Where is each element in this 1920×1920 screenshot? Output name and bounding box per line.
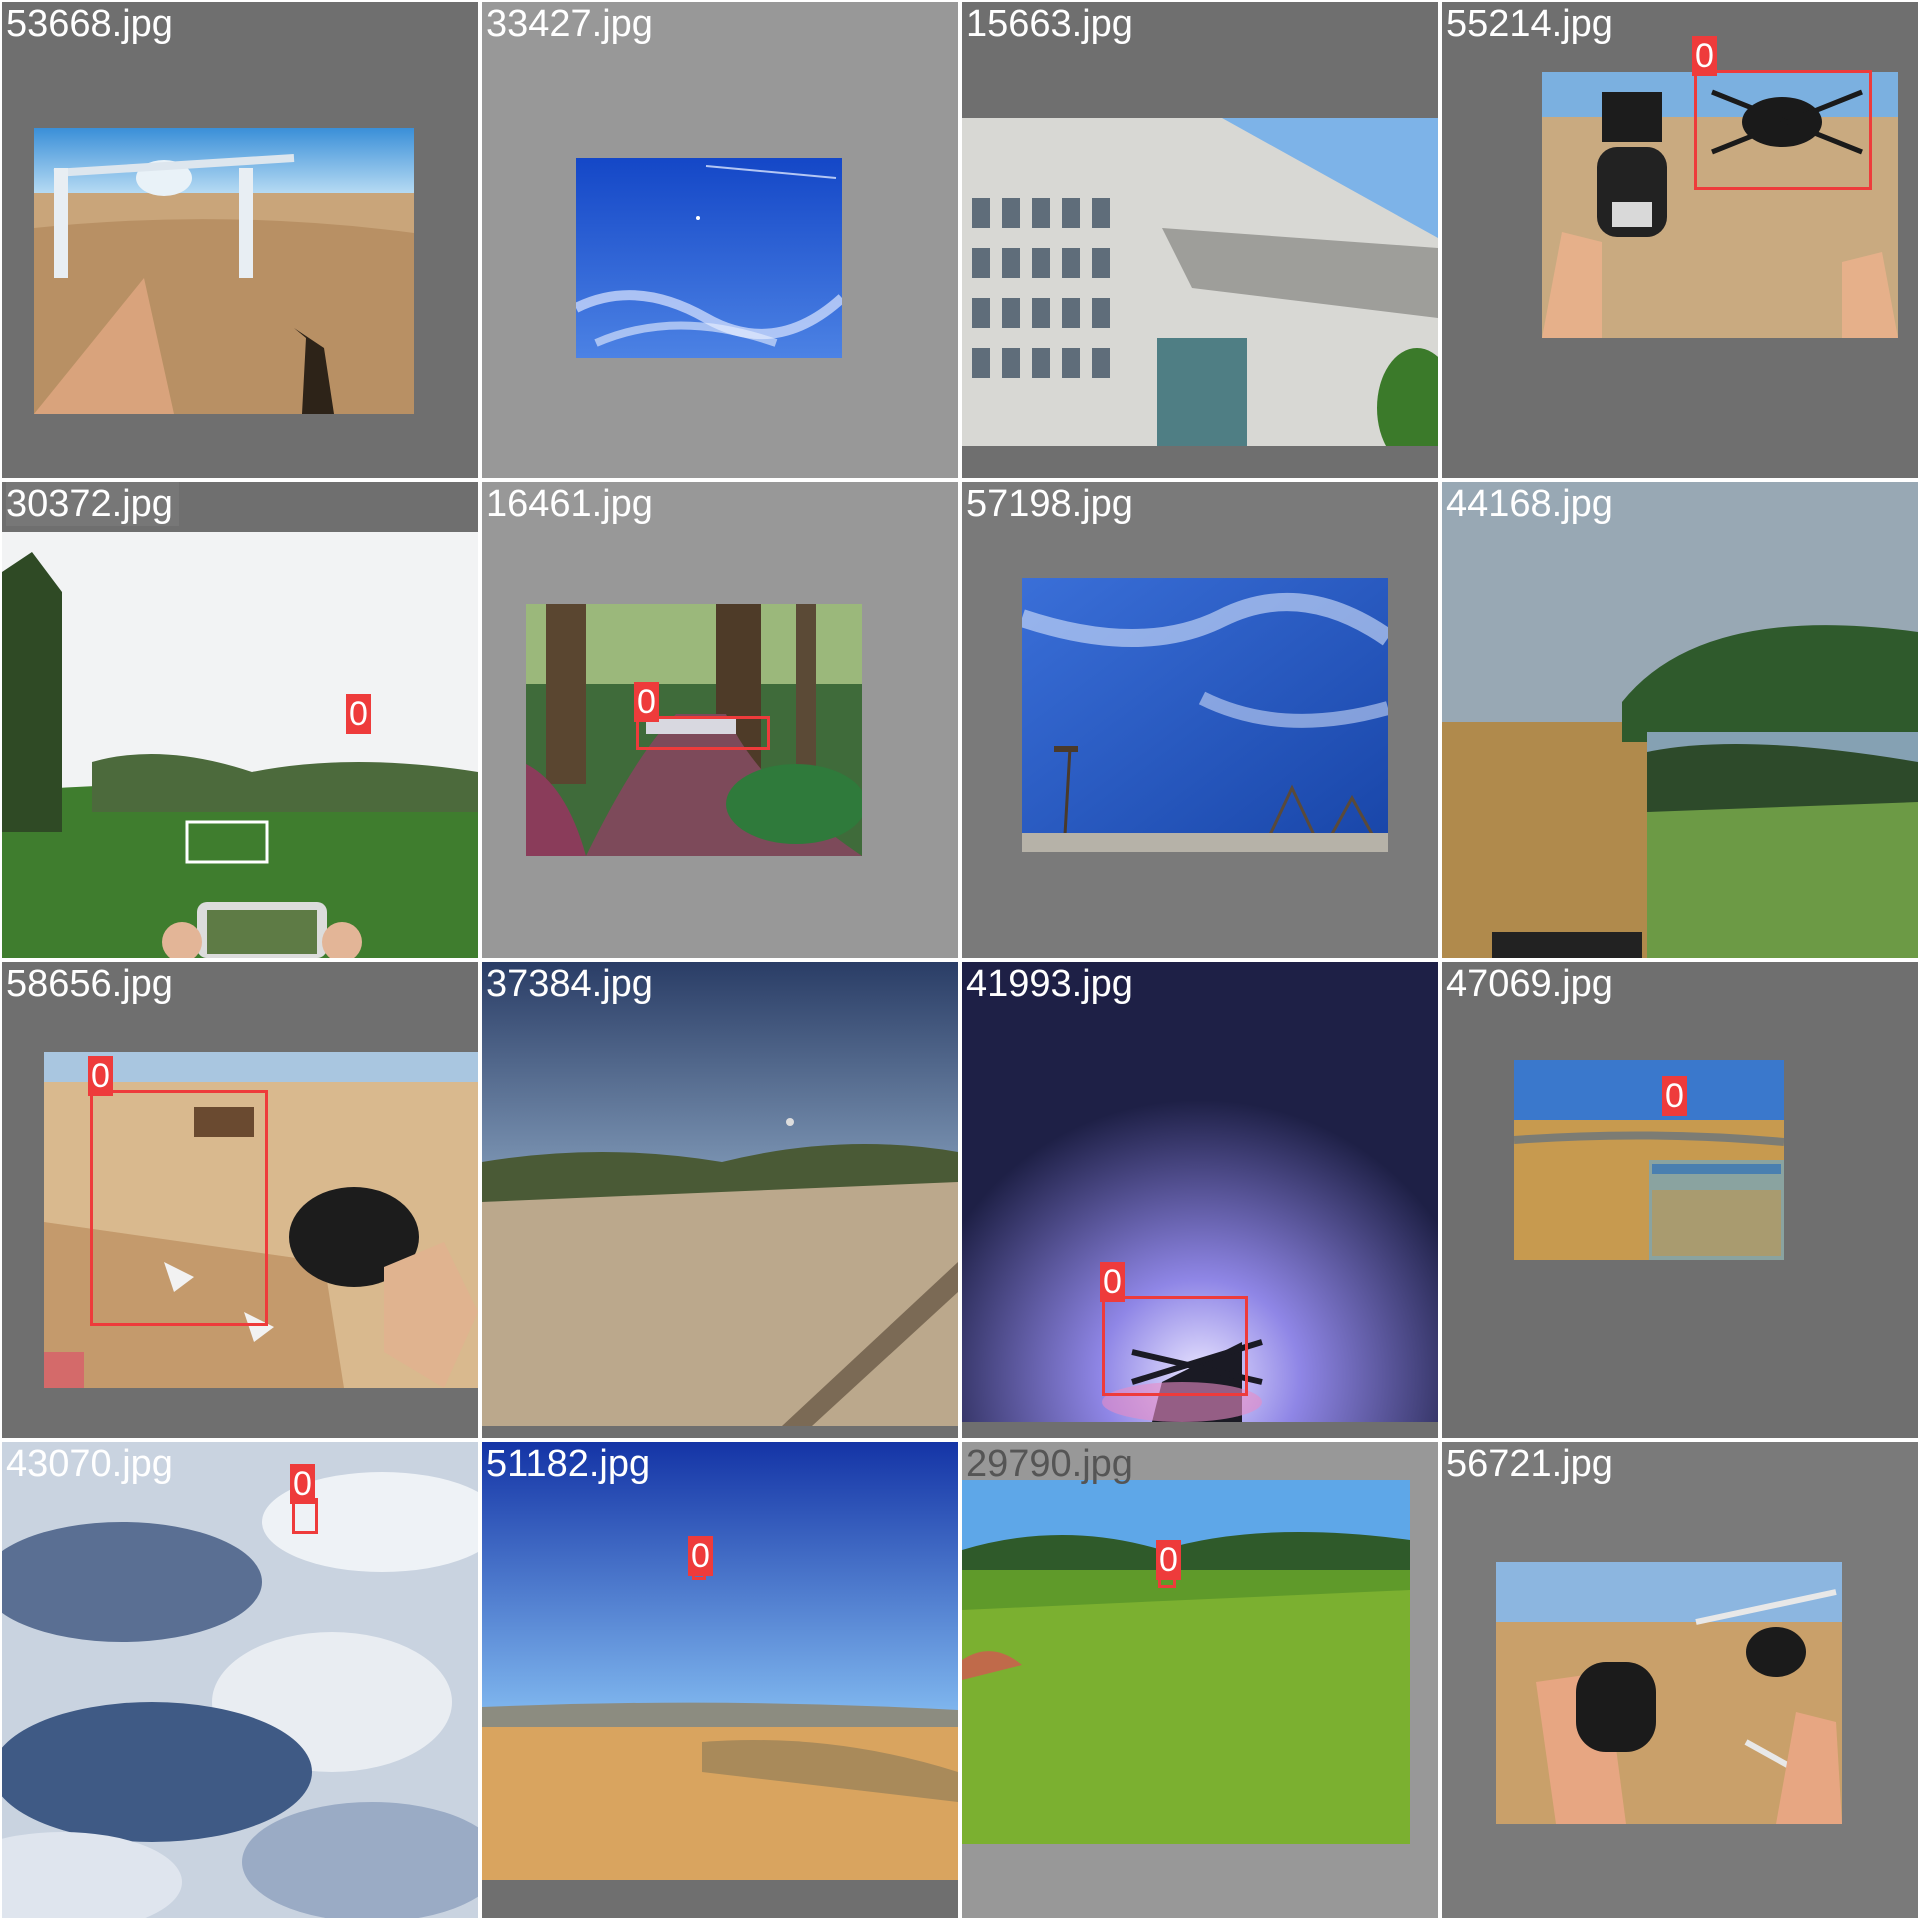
tile-filename: 33427.jpg bbox=[486, 3, 653, 45]
tile-56721: 56721.jpg bbox=[1442, 1442, 1918, 1918]
tile-filename: 43070.jpg bbox=[6, 1443, 173, 1485]
tile-41993: 0 41993.jpg bbox=[962, 962, 1438, 1438]
tile-55214: 0 55214.jpg bbox=[1442, 2, 1918, 478]
detection-box bbox=[1102, 1296, 1248, 1396]
tile-filename: 37384.jpg bbox=[486, 963, 653, 1005]
drone-photo bbox=[34, 128, 414, 414]
tile-filename: 58656.jpg bbox=[6, 963, 173, 1005]
tile-filename: 30372.jpg bbox=[6, 482, 179, 526]
tile-filename: 56721.jpg bbox=[1446, 1443, 1613, 1485]
tile-filename: 29790.jpg bbox=[966, 1443, 1133, 1485]
desert-photo bbox=[482, 1442, 958, 1880]
building-photo bbox=[962, 118, 1438, 446]
detection-box bbox=[1694, 70, 1872, 190]
tile-filename: 47069.jpg bbox=[1446, 963, 1613, 1005]
tile-58656: 0 58656.jpg bbox=[2, 962, 478, 1438]
drone-photo bbox=[1496, 1562, 1842, 1824]
tile-filename: 51182.jpg bbox=[486, 1443, 651, 1485]
field-photo bbox=[2, 532, 478, 958]
tile-44168: 44168.jpg bbox=[1442, 482, 1918, 958]
desert-photo bbox=[482, 962, 958, 1426]
tile-filename: 55214.jpg bbox=[1446, 3, 1613, 45]
sky-photo bbox=[1022, 578, 1388, 852]
detection-label: 0 bbox=[1156, 1540, 1181, 1580]
tile-30372: 0 30372.jpg bbox=[2, 482, 478, 958]
detection-label: 0 bbox=[346, 694, 371, 734]
tile-37384: 37384.jpg bbox=[482, 962, 958, 1438]
tile-filename: 44168.jpg bbox=[1446, 483, 1613, 525]
tile-filename: 41993.jpg bbox=[966, 963, 1133, 1005]
tile-57198: 57198.jpg bbox=[962, 482, 1438, 958]
tile-15663: 15663.jpg bbox=[962, 2, 1438, 478]
tile-53668: 53668.jpg bbox=[2, 2, 478, 478]
detection-label: 0 bbox=[634, 682, 659, 722]
detection-label: 0 bbox=[688, 1536, 713, 1576]
tile-51182: 0 51182.jpg bbox=[482, 1442, 958, 1918]
sky-photo bbox=[576, 158, 842, 358]
tile-47069: 0 47069.jpg bbox=[1442, 962, 1918, 1438]
detection-label: 0 bbox=[1692, 36, 1717, 76]
tile-16461: 0 16461.jpg bbox=[482, 482, 958, 958]
desert-photo bbox=[1514, 1060, 1784, 1260]
grass-field-photo bbox=[962, 1480, 1410, 1844]
tile-filename: 53668.jpg bbox=[6, 3, 173, 45]
detection-label: 0 bbox=[1662, 1076, 1687, 1116]
detection-label: 0 bbox=[88, 1056, 113, 1096]
tile-filename: 57198.jpg bbox=[966, 483, 1133, 525]
tile-29790: 0 29790.jpg bbox=[962, 1442, 1438, 1918]
detection-label: 0 bbox=[1100, 1262, 1125, 1302]
detection-box bbox=[90, 1090, 268, 1326]
tile-33427: 33427.jpg bbox=[482, 2, 958, 478]
field-photo bbox=[1442, 482, 1918, 958]
tile-43070: 0 43070.jpg bbox=[2, 1442, 478, 1918]
clouds-photo bbox=[2, 1442, 478, 1918]
tile-filename: 16461.jpg bbox=[486, 483, 653, 525]
detection-label: 0 bbox=[290, 1464, 315, 1504]
tile-filename: 15663.jpg bbox=[966, 3, 1133, 45]
mosaic-grid: 53668.jpg 33427.jpg 15663.jpg 0 55214.jp… bbox=[0, 0, 1920, 1920]
